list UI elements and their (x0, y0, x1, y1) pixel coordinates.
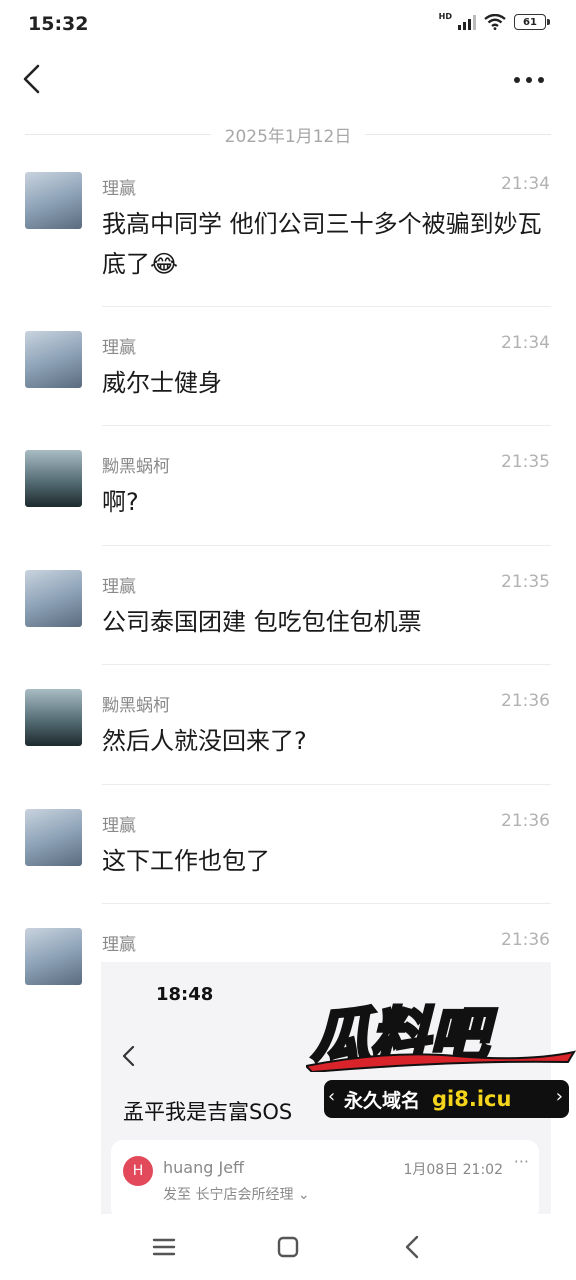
avatar[interactable] (25, 928, 82, 985)
embedded-back-icon (122, 1045, 135, 1067)
message-text: 这下工作也包了 (102, 847, 270, 875)
message-time: 21:36 (501, 930, 550, 950)
embedded-email-card: H huang Jeff 1月08日 21:02 ··· 发至 长宁店会所经理 … (111, 1140, 539, 1214)
divider (102, 545, 551, 546)
embedded-sender: huang Jeff (163, 1158, 245, 1177)
chevron-right-icon: › (555, 1086, 563, 1107)
divider (102, 903, 551, 904)
message-time: 21:35 (501, 572, 550, 592)
date-label: 2025年1月12日 (224, 126, 352, 147)
embedded-avatar: H (123, 1156, 153, 1186)
divider (102, 425, 551, 426)
sender-name: 黝黑蜗柯 (102, 457, 170, 477)
sender-name: 理赢 (102, 338, 136, 358)
divider (102, 306, 551, 307)
message-text: 我高中同学 他们公司三十多个被骗到妙瓦底了😂 (102, 204, 552, 284)
avatar[interactable] (25, 172, 82, 229)
date-divider: 2025年1月12日 (25, 120, 551, 148)
nav-back-icon[interactable] (398, 1232, 428, 1262)
watermark-domain-pill: ‹ 永久域名 gi8.icu › (324, 1080, 569, 1118)
divider (102, 664, 551, 665)
status-icons: HD 61 (438, 11, 550, 30)
watermark-domain: gi8.icu (432, 1087, 512, 1111)
home-icon[interactable] (273, 1232, 303, 1262)
sender-name: 理赢 (102, 816, 136, 836)
hd-indicator: HD (438, 11, 452, 21)
embedded-more-icon: ··· (513, 1152, 529, 1171)
message-time: 21:36 (501, 811, 550, 831)
message-time: 21:34 (501, 333, 550, 353)
avatar[interactable] (25, 331, 82, 388)
laughing-emoji-icon: 😂 (150, 250, 179, 278)
signal-icon (458, 14, 476, 30)
message-text: 啊? (102, 488, 139, 516)
divider (102, 784, 551, 785)
chevron-left-icon: ‹ (328, 1086, 336, 1107)
avatar[interactable] (25, 689, 82, 746)
sender-name: 理赢 (102, 179, 136, 199)
more-options-button[interactable] (514, 70, 548, 90)
embedded-title: 孟平我是吉富SOS (123, 1100, 293, 1124)
back-button[interactable] (18, 62, 52, 96)
status-time: 15:32 (28, 13, 89, 35)
wifi-icon (484, 14, 506, 30)
embedded-recipient: 发至 长宁店会所经理 ⌄ (163, 1187, 310, 1203)
message-time: 21:35 (501, 452, 550, 472)
watermark-label: 永久域名 (344, 1089, 421, 1112)
avatar[interactable] (25, 450, 82, 507)
system-nav-bar (0, 1214, 576, 1280)
embedded-time: 18:48 (156, 984, 214, 1005)
message-text: 威尔士健身 (102, 369, 222, 397)
menu-icon[interactable] (149, 1232, 179, 1262)
chat-header (0, 50, 576, 112)
embedded-date: 1月08日 21:02 (403, 1162, 503, 1178)
sender-name: 理赢 (102, 577, 136, 597)
message-time: 21:36 (501, 691, 550, 711)
battery-icon: 61 (514, 14, 550, 30)
watermark: 瓜料吧 ‹ 永久域名 gi8.icu › (306, 984, 576, 1134)
avatar[interactable] (25, 809, 82, 866)
message-text: 公司泰国团建 包吃包住包机票 (102, 608, 422, 636)
status-bar: 15:32 HD 61 (0, 0, 576, 50)
sender-name: 理赢 (102, 935, 136, 955)
message-text: 然后人就没回来了? (102, 727, 307, 755)
watermark-swoosh (306, 1050, 576, 1072)
avatar[interactable] (25, 570, 82, 627)
message-time: 21:34 (501, 174, 550, 194)
sender-name: 黝黑蜗柯 (102, 696, 170, 716)
